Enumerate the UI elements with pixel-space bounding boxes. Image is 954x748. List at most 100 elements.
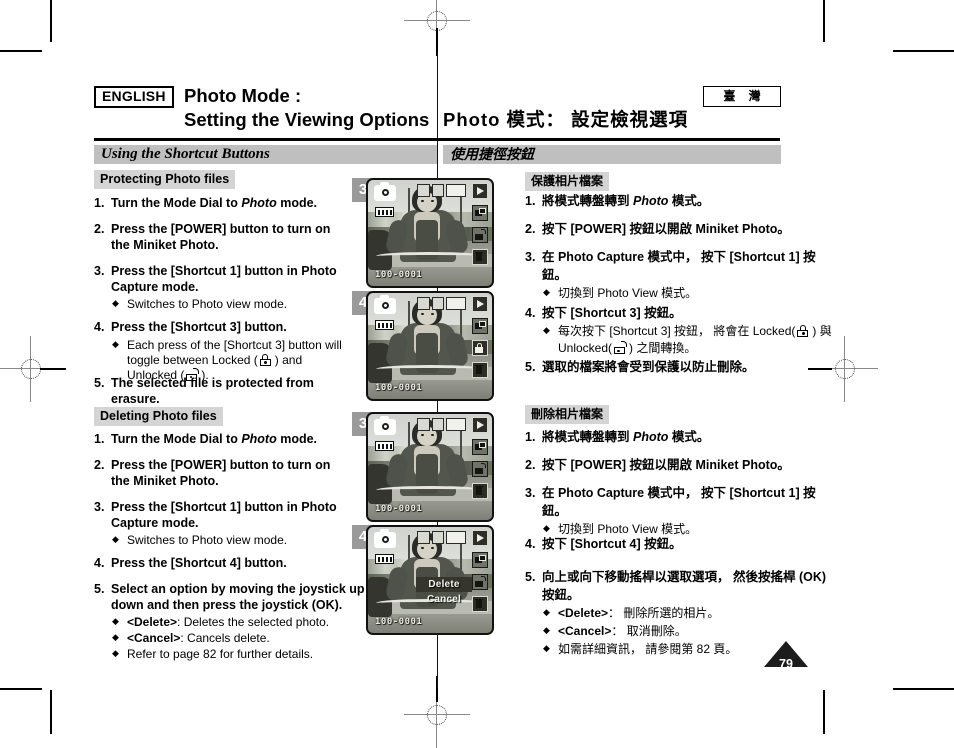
step-protect-zh-2: 2. 按下 [POWER] 按鈕以開啟 Miniket Photo。 (525, 220, 835, 238)
shortcut3-unlock-icon[interactable] (472, 574, 488, 590)
region-badge: 臺 灣 (703, 86, 781, 107)
crop-mark-top-left-v (50, 0, 52, 42)
step-protect-zh-5: 5. 選取的檔案將會受到保護以防止刪除。 (525, 358, 835, 376)
registration-mark-left (0, 336, 66, 402)
file-number: 100-0001 (375, 270, 423, 280)
header-divider (94, 138, 780, 141)
step-text: Press the [Shortcut 1] button in Photo C… (111, 264, 337, 294)
step-protect-zh-4: 4. 按下 [Shortcut 3] 按鈕。 每次按下 [Shortcut 3]… (525, 304, 835, 357)
menu-option-delete[interactable]: Delete (416, 577, 472, 592)
step-number: 4. (525, 306, 536, 320)
osd-top-indicators (417, 530, 466, 544)
shortcut1-play-icon[interactable] (472, 183, 488, 199)
page-title-english-line1: Photo Mode : (184, 85, 302, 106)
step-protect-en-1: 1. Turn the Mode Dial to Photo mode. (94, 196, 344, 212)
shortcut4-trash-icon[interactable] (472, 249, 488, 265)
step-delete-zh-2: 2. 按下 [POWER] 按鈕以開啟 Miniket Photo。 (525, 456, 835, 474)
lcd-screenshot-3: 3 100-0001 (352, 412, 494, 522)
step-text: Press the [Shortcut 4] button. (111, 556, 287, 570)
shortcut4-trash-icon[interactable] (472, 596, 488, 612)
file-number: 100-0001 (375, 383, 423, 393)
step-number: 2. (525, 222, 536, 236)
section-bar-english: Using the Shortcut Buttons (94, 145, 437, 164)
lcd-osd: 100-0001 (368, 293, 492, 399)
step-number: 1. (94, 432, 105, 446)
shortcut3-unlock-icon[interactable] (472, 227, 488, 243)
lcd-display: 100-0001 (366, 178, 494, 288)
shortcut1-play-icon[interactable] (472, 296, 488, 312)
lcd-osd: 100-0001 (368, 180, 492, 286)
battery-icon (375, 441, 394, 451)
shortcut-button-rail (472, 530, 490, 618)
step-text: 在 Photo Capture 模式中， 按下 [Shortcut 1] 按鈕。 (542, 250, 816, 282)
registration-mark-top (404, 0, 470, 56)
step-text: 向上或向下移動搖桿以選取選項， 然後按搖桿 (OK) 按鈕。 (542, 570, 827, 602)
lcd-display: Delete Cancel 100-0001 (366, 525, 494, 635)
step-number: 1. (94, 196, 105, 210)
osd-top-indicators (417, 296, 466, 310)
subsection-protect-chinese: 保護相片檔案 (525, 172, 610, 191)
step-protect-zh-3: 3. 在 Photo Capture 模式中， 按下 [Shortcut 1] … (525, 248, 825, 302)
battery-icon (375, 207, 394, 217)
shortcut-button-rail (472, 417, 490, 505)
lcd-screenshot-2: 4 100-0001 (352, 291, 494, 401)
step-number: 1. (525, 194, 536, 208)
step-delete-en-1: 1. Turn the Mode Dial to Photo mode. (94, 432, 344, 448)
step-bullets: <Delete>: Deletes the selected photo. <C… (111, 614, 384, 662)
step-number: 2. (94, 222, 105, 236)
manual-page: ENGLISH 臺 灣 Photo Mode : Setting the Vie… (0, 0, 954, 748)
shortcut2-multiview-icon[interactable] (472, 318, 488, 334)
crop-mark-bottom-right-v (823, 690, 825, 734)
shortcut2-multiview-icon[interactable] (472, 439, 488, 455)
shortcut2-multiview-icon[interactable] (472, 552, 488, 568)
shortcut1-play-icon[interactable] (472, 417, 488, 433)
step-number: 3. (525, 250, 536, 264)
bullet-item-reference: Refer to page 82 for further details. (111, 646, 384, 662)
step-number: 3. (525, 486, 536, 500)
step-number: 5. (94, 376, 105, 390)
shortcut4-trash-icon[interactable] (472, 483, 488, 499)
shortcut1-play-icon[interactable] (472, 530, 488, 546)
step-bullets: Switches to Photo view mode. (111, 296, 344, 312)
step-protect-en-3: 3. Press the [Shortcut 1] button in Phot… (94, 264, 344, 312)
step-number: 4. (94, 556, 105, 570)
camera-mode-icon (374, 416, 396, 435)
osd-top-indicators (417, 183, 466, 197)
subsection-delete-chinese: 刪除相片檔案 (525, 405, 610, 424)
lcd-osd: Delete Cancel 100-0001 (368, 527, 492, 633)
shortcut4-trash-icon[interactable] (472, 362, 488, 378)
shortcut-button-rail (472, 296, 490, 384)
step-number: 2. (525, 458, 536, 472)
step-text: Turn the Mode Dial to Photo mode. (111, 432, 318, 446)
step-text: Press the [Shortcut 1] button in Photo C… (111, 500, 337, 530)
osd-top-indicators (417, 417, 466, 431)
step-number: 1. (525, 430, 536, 444)
step-delete-zh-3: 3. 在 Photo Capture 模式中， 按下 [Shortcut 1] … (525, 484, 825, 538)
step-text: 按下 [Shortcut 4] 按鈕。 (542, 537, 682, 551)
lcd-screenshot-4: 4 Delete Cancel 100-0001 (352, 525, 494, 635)
lcd-osd: 100-0001 (368, 414, 492, 520)
crop-mark-bottom-right-h (893, 688, 954, 690)
menu-option-cancel[interactable]: Cancel (416, 592, 472, 607)
shortcut3-lock-icon[interactable] (472, 340, 488, 356)
shortcut3-unlock-icon[interactable] (472, 461, 488, 477)
step-number: 5. (525, 360, 536, 374)
page-number: 79 (779, 657, 793, 671)
bullet-item-cancel: <Cancel>： 取消刪除。 (542, 622, 835, 640)
step-text: 按下 [POWER] 按鈕以開啟 Miniket Photo。 (542, 458, 790, 472)
shortcut2-multiview-icon[interactable] (472, 205, 488, 221)
step-bullets: 每次按下 [Shortcut 3] 按鈕， 將會在 Locked() 與 Unl… (542, 322, 835, 357)
crop-mark-top-left-h (0, 50, 42, 52)
lcd-screenshot-1: 3 100-0001 (352, 178, 494, 288)
step-text: 按下 [POWER] 按鈕以開啟 Miniket Photo。 (542, 222, 790, 236)
step-delete-en-3: 3. Press the [Shortcut 1] button in Phot… (94, 500, 344, 548)
locked-icon (259, 353, 273, 366)
page-title-chinese: Photo 模式： 設定檢視選項 (443, 109, 689, 130)
page-title-english: Photo Mode : Setting the Viewing Options (184, 84, 484, 132)
camera-mode-icon (374, 529, 396, 548)
unlocked-icon (614, 341, 628, 354)
section-bar-chinese: 使用捷徑按鈕 (443, 145, 781, 164)
step-number: 5. (525, 570, 536, 584)
battery-icon (375, 554, 394, 564)
camera-mode-icon (374, 295, 396, 314)
